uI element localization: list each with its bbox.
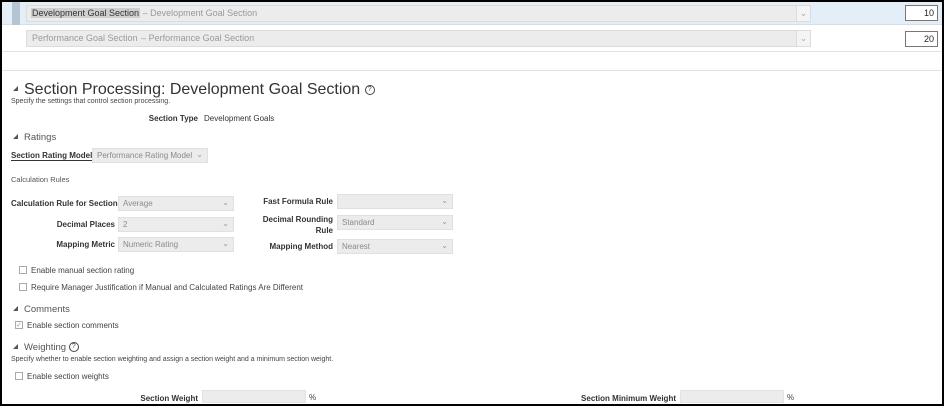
decimal-places-label: Decimal Places <box>56 220 115 229</box>
section-description: Performance Goal Section <box>148 33 255 43</box>
chevron-down-icon: ⌄ <box>222 239 229 248</box>
help-icon[interactable]: ? <box>364 84 375 95</box>
weighting-title-text: Weighting <box>24 342 67 353</box>
collapse-triangle-icon[interactable] <box>13 344 18 349</box>
decimal-places-select[interactable]: 2 ⌄ <box>118 217 234 232</box>
section-type-value: Development Goals <box>204 114 275 123</box>
collapse-triangle-icon[interactable] <box>13 134 18 139</box>
percent-sign: % <box>309 393 317 402</box>
mapping-metric-value: Numeric Rating <box>123 240 179 249</box>
weighting-description: Specify whether to enable section weight… <box>11 356 334 363</box>
section-minimum-weight-input[interactable] <box>680 390 784 403</box>
decimal-rounding-label: Decimal Rounding Rule <box>242 214 333 236</box>
chevron-down-icon[interactable]: ⌄ <box>796 31 810 46</box>
sequence-input-development[interactable]: 10 <box>905 5 938 21</box>
separator: – <box>142 8 148 18</box>
enable-weights-label: Enable section weights <box>27 372 109 381</box>
chevron-down-icon: ⌄ <box>441 196 448 205</box>
manual-rating-label: Enable manual section rating <box>31 266 135 275</box>
section-rating-model-value: Performance Rating Model <box>97 151 193 160</box>
enable-comments-checkbox[interactable]: ✓ <box>15 321 23 329</box>
separator: – <box>141 33 147 43</box>
section-rating-model-select[interactable]: Performance Rating Model ⌄ <box>92 148 208 163</box>
percent-sign: % <box>787 393 795 402</box>
mapping-method-label: Mapping Method <box>269 242 333 251</box>
chevron-down-icon: ⌄ <box>222 198 229 207</box>
sequence-input-performance[interactable]: 20 <box>905 31 938 47</box>
manager-justification-checkbox[interactable] <box>19 283 27 291</box>
calculation-rule-select[interactable]: Average ⌄ <box>118 196 234 211</box>
section-name: Development Goal Section <box>31 8 141 18</box>
section-name: Performance Goal Section <box>32 33 138 43</box>
decimal-rounding-value: Standard <box>342 218 375 227</box>
fast-formula-select[interactable]: ⌄ <box>337 194 453 209</box>
fast-formula-label: Fast Formula Rule <box>263 197 333 206</box>
calculation-rules-title: Calculation Rules <box>11 175 70 184</box>
enable-comments-label: Enable section comments <box>27 321 119 330</box>
decimal-rounding-select[interactable]: Standard ⌄ <box>337 215 453 230</box>
help-icon[interactable]: ? <box>68 342 79 353</box>
decimal-rounding-label-line-1: Decimal Rounding <box>262 215 333 224</box>
row-selected-indicator <box>12 2 20 25</box>
section-minimum-weight-label: Section Minimum Weight <box>581 394 676 403</box>
section-type-label: Section Type <box>148 114 198 123</box>
calculation-rule-value: Average <box>123 199 153 208</box>
divider <box>2 70 942 71</box>
mapping-method-select[interactable]: Nearest ⌄ <box>337 239 453 254</box>
manual-rating-checkbox[interactable] <box>19 266 27 274</box>
development-goal-section-select[interactable]: Development Goal Section – Development G… <box>26 5 811 22</box>
section-weight-label: Section Weight <box>140 394 198 403</box>
weighting-title: Weighting ? <box>24 342 79 353</box>
chevron-down-icon: ⌄ <box>441 217 448 226</box>
section-processing-description: Specify the settings that control sectio… <box>11 98 171 105</box>
goal-section-row-development[interactable]: Development Goal Section – Development G… <box>2 2 942 25</box>
chevron-down-icon: ⌄ <box>441 241 448 250</box>
section-weight-input[interactable] <box>202 390 306 403</box>
ratings-title: Ratings <box>24 132 57 143</box>
section-processing-title-text: Section Processing: Development Goal Sec… <box>24 81 361 98</box>
section-processing-title: Section Processing: Development Goal Sec… <box>24 81 375 99</box>
mapping-metric-select[interactable]: Numeric Rating ⌄ <box>118 237 234 252</box>
chevron-down-icon: ⌄ <box>196 150 203 159</box>
chevron-down-icon: ⌄ <box>222 219 229 228</box>
section-description: Development Goal Section <box>150 8 258 18</box>
decimal-places-value: 2 <box>123 220 128 229</box>
app-frame: Development Goal Section – Development G… <box>2 2 942 404</box>
section-rating-model-label: Section Rating Model <box>11 151 93 161</box>
collapse-triangle-icon[interactable] <box>13 306 18 311</box>
chevron-down-icon[interactable]: ⌄ <box>796 6 810 21</box>
goal-section-row-performance[interactable]: Performance Goal Section – Performance G… <box>2 26 942 52</box>
collapse-triangle-icon[interactable] <box>13 86 18 91</box>
comments-title: Comments <box>24 304 70 315</box>
decimal-rounding-label-line-2: Rule <box>315 226 333 235</box>
manager-justification-label: Require Manager Justification if Manual … <box>31 283 303 292</box>
performance-goal-section-select[interactable]: Performance Goal Section – Performance G… <box>26 30 811 47</box>
mapping-metric-label: Mapping Metric <box>56 240 115 249</box>
mapping-method-value: Nearest <box>342 242 371 251</box>
enable-weights-checkbox[interactable] <box>15 372 23 380</box>
calculation-rule-label: Calculation Rule for Section <box>11 199 118 208</box>
